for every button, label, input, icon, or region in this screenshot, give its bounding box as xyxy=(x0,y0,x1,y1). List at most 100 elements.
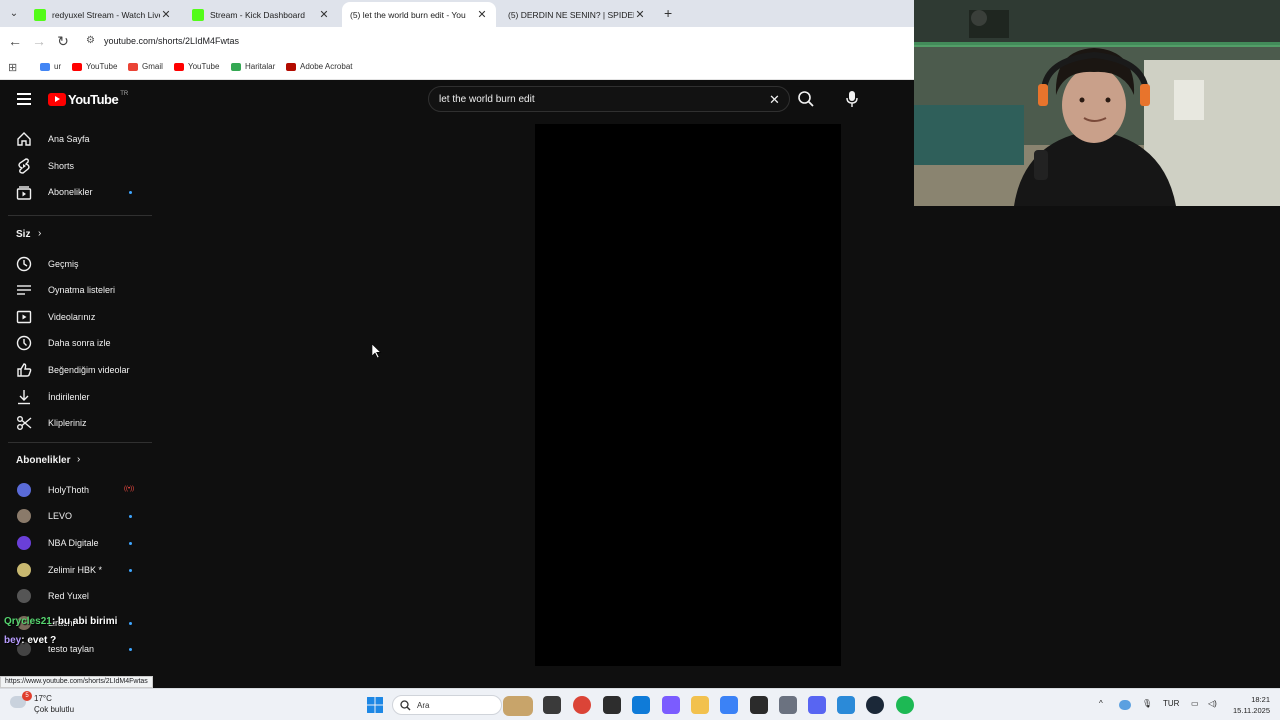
language-indicator[interactable]: TUR xyxy=(1163,699,1179,708)
sidebar-item-label: Beğendiğim videolar xyxy=(48,364,130,375)
chat-message: Qrycles21: bu abi birimi xyxy=(4,616,144,635)
forward-icon[interactable]: → xyxy=(30,33,48,49)
photos-icon[interactable] xyxy=(837,696,855,714)
microphone-icon[interactable] xyxy=(845,90,859,108)
bookmark-label: Haritalar xyxy=(245,62,276,71)
search-icon[interactable] xyxy=(797,90,815,108)
browser-tab[interactable]: redyuxel Stream - Watch Live o ✕ xyxy=(26,2,180,27)
sidebar-item-watch-later[interactable]: Daha sonra izle xyxy=(0,331,152,355)
subscription-item[interactable]: Red Yuxel xyxy=(0,584,152,608)
folder-icon[interactable] xyxy=(691,696,709,714)
close-tab-icon[interactable]: ✕ xyxy=(634,8,646,21)
file-explorer-icon[interactable] xyxy=(543,696,561,714)
bookmark-item[interactable]: Haritalar xyxy=(231,62,275,71)
clear-search-icon[interactable]: ✕ xyxy=(769,92,780,108)
chrome-icon[interactable] xyxy=(573,696,591,714)
show-hidden-icons[interactable]: ^ xyxy=(1099,699,1103,708)
channel-name: HolyThoth xyxy=(48,484,90,495)
bookmark-item[interactable]: ur xyxy=(40,62,61,71)
sidebar-item-label: Ana Sayfa xyxy=(48,134,90,144)
search-input[interactable]: let the world burn edit ✕ xyxy=(428,86,790,112)
network-cloud-icon[interactable] xyxy=(1119,700,1131,710)
sidebar-item-playlists[interactable]: Oynatma listeleri xyxy=(0,278,152,302)
chat-username: Qrycles21 xyxy=(4,616,52,627)
subscriptions-heading[interactable]: Abonelikler xyxy=(16,455,70,466)
new-content-dot xyxy=(129,191,132,194)
system-clock[interactable]: 18:21 15.11.2025 xyxy=(1228,694,1270,716)
copilot-icon[interactable] xyxy=(662,696,680,714)
address-text: youtube.com/shorts/2LIdM4Fwtas xyxy=(104,36,240,46)
channel-name: Red Yuxel xyxy=(48,591,89,602)
stream-chat-overlay: Qrycles21: bu abi birimi bey: evet ? xyxy=(4,616,144,654)
sidebar-item-label: Geçmiş xyxy=(48,258,79,269)
playlists-icon xyxy=(16,282,32,298)
subscription-item[interactable]: Zelimir HBK * xyxy=(0,558,152,582)
discord-icon[interactable] xyxy=(808,696,826,714)
chevron-right-icon: › xyxy=(77,453,81,465)
sidebar-item-download[interactable]: İndirilenler xyxy=(0,385,152,409)
back-icon[interactable]: ← xyxy=(6,33,24,49)
browser-tab[interactable]: (5) let the world burn edit - You ✕ xyxy=(342,2,496,95)
bookmark-label: Adobe Acrobat xyxy=(300,62,353,71)
bookmark-label: YouTube xyxy=(86,62,118,71)
sidebar-item-label: Klipleriniz xyxy=(48,418,87,429)
notes-icon[interactable] xyxy=(603,696,621,714)
your-videos-icon xyxy=(16,309,32,325)
subscription-item[interactable]: HolyThoth ((•)) xyxy=(0,478,152,502)
sidebar-item-shorts[interactable]: Shorts xyxy=(0,154,152,178)
kick-icon xyxy=(192,8,204,21)
weather-condition: Çok bulutlu xyxy=(34,705,75,714)
monitor-icon[interactable]: ▭ xyxy=(1191,699,1199,708)
close-tab-icon[interactable]: ✕ xyxy=(318,8,330,21)
sidebar-item-label: Abonelikler xyxy=(48,187,93,197)
youtube-icon xyxy=(174,62,184,71)
tab-search-icon[interactable]: ⌄ xyxy=(6,6,22,22)
channel-name: Zelimir HBK * xyxy=(48,564,103,575)
live-indicator-icon: ((•)) xyxy=(124,485,135,492)
chevron-right-icon: › xyxy=(38,227,42,239)
reload-icon[interactable]: ↻ xyxy=(54,33,72,50)
chat-message: bey: evet ? xyxy=(4,635,144,654)
tab-title: redyuxel Stream - Watch Live o xyxy=(52,9,160,20)
browser-tab[interactable]: (5) DERDIN NE SENIN? | SPIDER ✕ xyxy=(500,2,654,95)
apps-grid-icon[interactable]: ⊞ xyxy=(8,61,17,74)
site-info-icon[interactable]: ⚙ xyxy=(86,35,95,46)
steam-icon[interactable] xyxy=(866,696,884,714)
microphone-tray-icon[interactable]: 🎙 xyxy=(1142,699,1152,708)
new-tab-button[interactable]: + xyxy=(664,5,672,21)
sidebar-item-liked[interactable]: Beğendiğim videolar xyxy=(0,358,152,382)
sidebar-item-your-videos[interactable]: Videolarınız xyxy=(0,305,152,329)
obs-icon[interactable] xyxy=(750,696,768,714)
spotify-icon[interactable] xyxy=(896,696,914,714)
browser-tab[interactable]: Stream - Kick Dashboard ✕ xyxy=(184,2,338,27)
taskbar-search[interactable]: Ara xyxy=(392,695,533,716)
sidebar-item-history[interactable]: Geçmiş xyxy=(0,252,152,276)
acrobat-icon xyxy=(286,62,296,71)
you-section-heading[interactable]: Siz xyxy=(16,229,30,240)
snipping-tool-icon[interactable] xyxy=(720,696,738,714)
settings-icon[interactable] xyxy=(779,696,797,714)
sidebar-item-abonelikler[interactable]: Abonelikler xyxy=(0,180,152,204)
bookmark-item[interactable]: Gmail xyxy=(128,62,163,71)
sidebar-item-ana-sayfa[interactable]: Ana Sayfa xyxy=(0,127,152,151)
bookmark-item[interactable]: YouTube xyxy=(72,62,117,71)
subscription-item[interactable]: NBA Digitale xyxy=(0,531,152,555)
subscription-item[interactable]: LEVO xyxy=(0,504,152,528)
sidebar-item-scissors[interactable]: Klipleriniz xyxy=(0,411,152,435)
shorts-player[interactable] xyxy=(535,124,841,666)
address-bar[interactable]: ⚙ youtube.com/shorts/2LIdM4Fwtas xyxy=(80,30,910,53)
weather-badge: 5 xyxy=(22,691,32,701)
close-tab-icon[interactable]: ✕ xyxy=(160,8,172,21)
new-content-dot xyxy=(129,568,132,572)
menu-icon[interactable] xyxy=(17,93,31,105)
streamer-webcam-image xyxy=(914,0,1280,206)
close-tab-icon[interactable]: ✕ xyxy=(476,8,488,21)
windows-start-icon[interactable] xyxy=(366,696,384,714)
browser-toolbar: ← → ↻ ⚙ youtube.com/shorts/2LIdM4Fwtas xyxy=(0,27,914,56)
bookmark-item[interactable]: Adobe Acrobat xyxy=(286,62,352,71)
bookmark-item[interactable]: YouTube xyxy=(174,62,219,71)
sidebar-item-label: Videolarınız xyxy=(48,311,96,322)
edge-icon[interactable] xyxy=(632,696,650,714)
youtube-logo[interactable]: YouTube TR xyxy=(48,91,128,107)
volume-icon[interactable]: ◁) xyxy=(1208,699,1217,708)
